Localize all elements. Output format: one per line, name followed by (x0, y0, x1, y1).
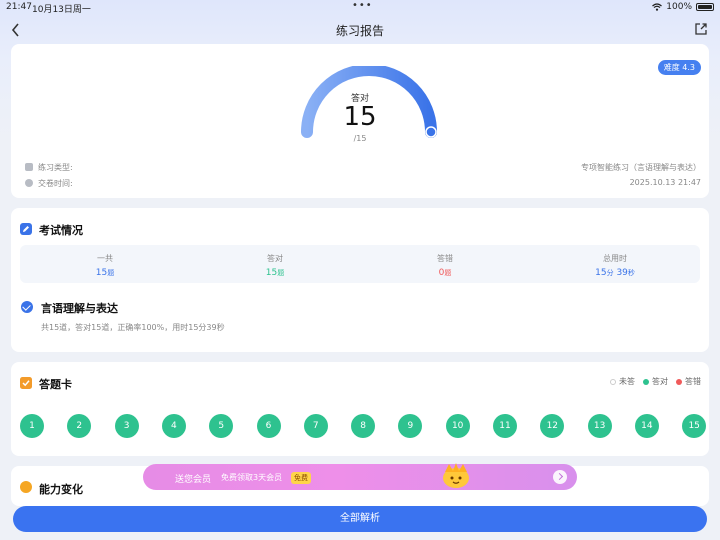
stat-label: 答错 (437, 254, 453, 263)
battery-percent: 100% (666, 2, 692, 12)
status-time: 21:47 (6, 2, 32, 12)
status-bar: 21:47 10月13日周一 ••• 100% (0, 0, 720, 15)
subject-desc: 共15道，答对15道，正确率100%，用时15分39秒 (41, 323, 225, 332)
stat-unit: 题 (107, 269, 115, 277)
legend-unanswered: 未答 (610, 376, 635, 387)
exam-card: 考试情况 一共 15题 答对 15题 答错 0题 总用时 15分 39秒 言语理… (11, 208, 709, 352)
share-icon[interactable] (694, 22, 708, 36)
answer-card: 答题卡 未答 答对 答错 1 2 3 4 5 6 7 8 9 10 11 12 13 14 15 (11, 362, 709, 456)
stat-value: 15分 39秒 (530, 268, 700, 278)
practice-type-value: 专项智能练习（言语理解与表达） (581, 163, 701, 172)
legend-wrong: 答错 (676, 376, 701, 387)
battery-icon (696, 3, 714, 11)
page-title: 练习报告 (335, 24, 384, 38)
stat-number: 15 (595, 268, 607, 278)
stat-value: 15题 (190, 268, 360, 278)
submit-time-row: 交卷时间: 2025.10.13 21:47 (25, 177, 701, 189)
wrong-dot-icon (676, 378, 682, 385)
stat-value: 0题 (360, 268, 530, 278)
question-circle[interactable]: 6 (256, 414, 281, 438)
question-circle[interactable]: 9 (398, 414, 423, 438)
correct-dot-icon (643, 378, 649, 385)
stat-unit: 题 (277, 269, 285, 277)
clock-icon (25, 179, 33, 187)
legend-label: 答对 (652, 377, 668, 386)
status-date: 10月13日周一 (32, 5, 91, 15)
stat-label: 答对 (267, 254, 283, 263)
question-grid: 1 2 3 4 5 6 7 8 9 10 11 12 13 14 15 (20, 414, 710, 438)
difficulty-badge: 难度 4.3 (657, 60, 701, 75)
question-circle[interactable]: 12 (540, 414, 565, 438)
promo-title: 送您会员 (175, 475, 212, 485)
promo-subtitle: 免费领取3天会员 (221, 473, 283, 482)
multitask-dots[interactable]: ••• (352, 0, 373, 11)
status-right: 100% (652, 2, 714, 12)
correct-count: 15 (343, 102, 377, 132)
mascot-icon (443, 463, 469, 488)
ability-title: 能力变化 (39, 483, 83, 496)
checkbox-icon (20, 377, 32, 389)
stat-label: 总用时 (603, 254, 627, 263)
document-icon (25, 163, 33, 171)
stat-total: 一共 15题 (20, 253, 190, 278)
stat-correct: 答对 15题 (190, 253, 360, 278)
practice-type-row: 练习类型: 专项智能练习（言语理解与表达） (25, 161, 701, 173)
stat-unit-2: 秒 (627, 269, 635, 277)
question-circle[interactable]: 7 (303, 414, 328, 438)
question-circle[interactable]: 15 (682, 414, 707, 438)
stat-duration: 总用时 15分 39秒 (530, 253, 700, 278)
question-circle[interactable]: 3 (114, 414, 139, 438)
question-circle[interactable]: 11 (493, 414, 517, 438)
question-circle[interactable]: 13 (587, 414, 612, 438)
stat-wrong: 答错 0题 (360, 253, 530, 278)
question-circle[interactable]: 8 (351, 414, 376, 438)
stat-number: 15 (95, 268, 108, 278)
question-circle[interactable]: 4 (161, 414, 186, 438)
view-all-analysis-button[interactable]: 全部解析 (13, 506, 707, 532)
chevron-right-icon (553, 470, 567, 484)
unanswered-dot-icon (610, 378, 616, 385)
subject-title[interactable]: 言语理解与表达 (41, 300, 118, 316)
submit-time-label: 交卷时间: (38, 179, 73, 188)
stat-unit: 分 (606, 269, 614, 277)
exam-title: 考试情况 (39, 224, 83, 237)
stat-number: 15 (265, 268, 278, 278)
legend-label: 未答 (619, 377, 635, 386)
question-circle[interactable]: 10 (445, 414, 470, 438)
legend: 未答 答对 答错 (610, 376, 701, 387)
wifi-icon (652, 3, 663, 11)
star-icon (20, 481, 32, 493)
question-circle[interactable]: 14 (634, 414, 659, 438)
question-circle[interactable]: 5 (209, 414, 234, 438)
vip-promo-banner[interactable]: 送您会员 免费领取3天会员 免费 (143, 463, 577, 490)
stat-number-2: 39 (616, 268, 628, 278)
nav-bar: 练习报告 (0, 18, 720, 42)
stat-value: 15题 (20, 268, 190, 278)
submit-time-value: 2025.10.13 21:47 (629, 178, 701, 187)
stats-box: 一共 15题 答对 15题 答错 0题 总用时 15分 39秒 (20, 245, 700, 283)
question-circle[interactable]: 2 (67, 414, 92, 438)
question-circle[interactable]: 1 (20, 414, 44, 438)
total-count: /15 (353, 134, 367, 143)
stat-label: 一共 (97, 254, 113, 263)
pencil-icon (20, 223, 32, 235)
check-circle-icon (21, 301, 33, 313)
free-badge: 免费 (291, 472, 311, 484)
practice-type-label: 练习类型: (38, 163, 73, 172)
stat-unit: 题 (444, 269, 452, 277)
legend-correct: 答对 (643, 376, 668, 387)
answer-card-title: 答题卡 (39, 378, 72, 391)
legend-label: 答错 (685, 377, 701, 386)
summary-card: 难度 4.3 答对 15 /15 练习类型: 专项智能练习（言语理解与表达） 交… (11, 44, 709, 198)
